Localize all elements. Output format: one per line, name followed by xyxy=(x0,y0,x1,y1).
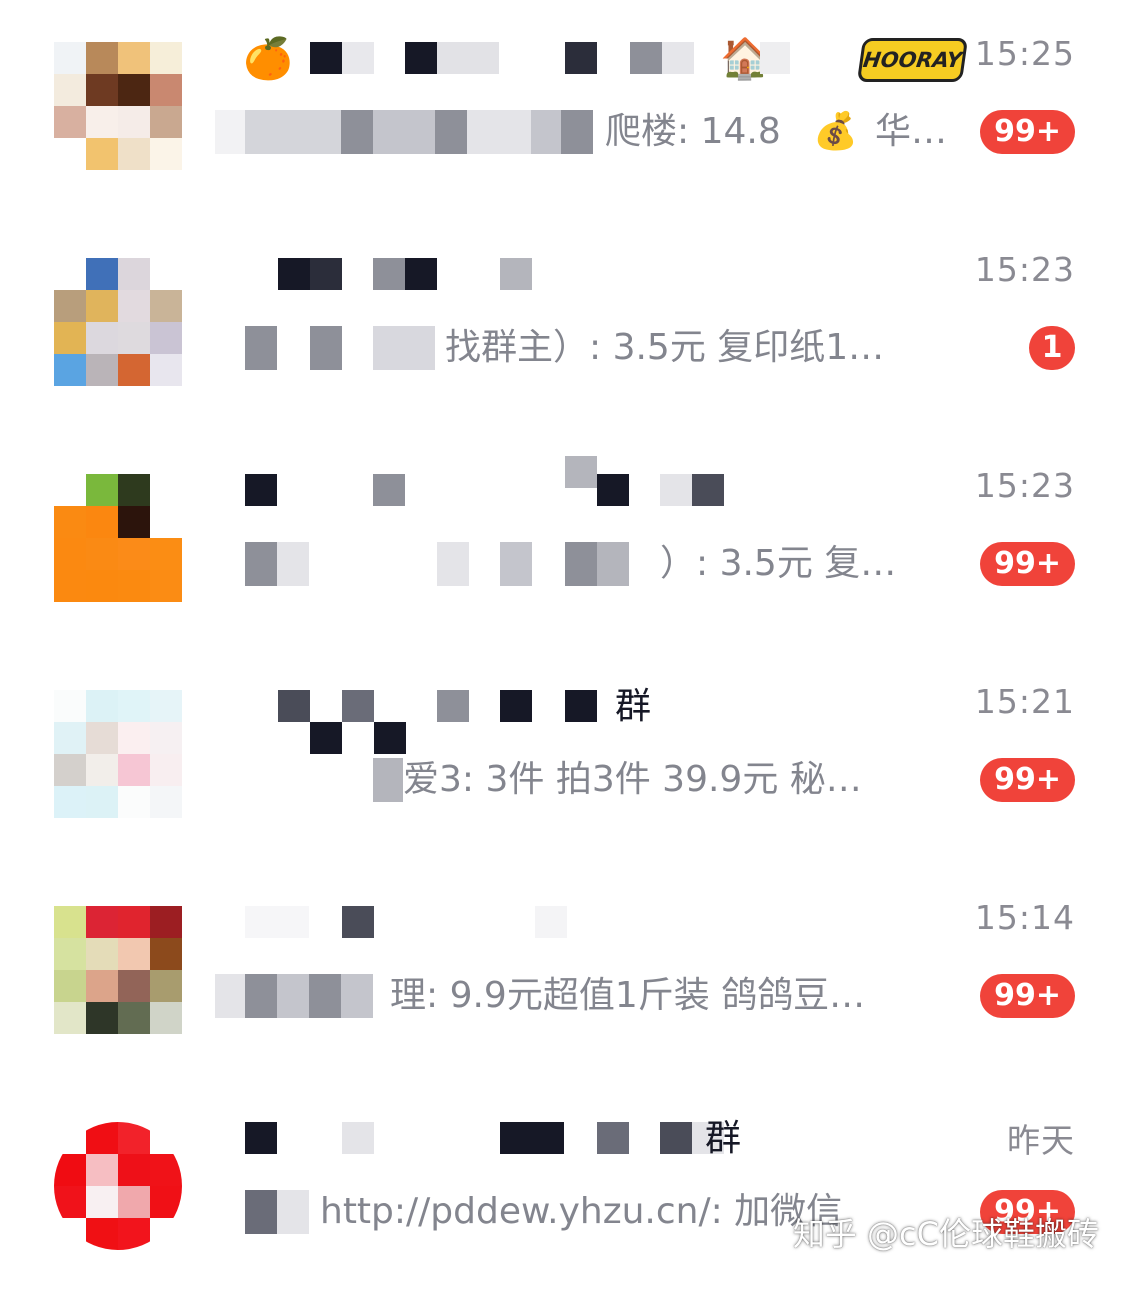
orange-icon: 🍊 xyxy=(243,36,293,82)
group-avatar xyxy=(54,42,182,170)
conversation-row[interactable]: 15:23 ）: 3.5元 复… 99+ xyxy=(0,432,1125,648)
conversation-title: 群 xyxy=(215,684,975,754)
conversation-row[interactable]: 🍊 🏠 HOORAY 15:25 爬楼: 14.8 💰 华… 99+ xyxy=(0,0,1125,216)
preview-text: 爬楼: 14.8 xyxy=(605,111,781,152)
group-avatar xyxy=(54,690,182,818)
unread-badge: 99+ xyxy=(980,110,1075,154)
message-preview: 理: 9.9元超值1斤装 鸽鸽豆… xyxy=(215,970,970,1022)
timestamp: 15:14 xyxy=(974,898,1075,937)
timestamp: 昨天 xyxy=(1007,1121,1075,1160)
unread-badge: 99+ xyxy=(980,974,1075,1018)
group-avatar xyxy=(54,474,182,602)
title-tail: 群 xyxy=(705,1118,742,1159)
conversation-row[interactable]: 群 昨天 http://pddew.yhzu.cn/: 加微信 99+ xyxy=(0,1080,1125,1296)
preview-text: 爱3: 3件 拍3件 39.9元 秘… xyxy=(403,759,862,800)
group-avatar xyxy=(54,258,182,386)
conversation-title xyxy=(215,252,975,302)
hooray-sticker: HOORAY xyxy=(856,38,969,82)
conversation-title xyxy=(215,456,975,518)
unread-badge: 1 xyxy=(1029,326,1075,370)
unread-badge: 99+ xyxy=(980,758,1075,802)
unread-badge: 99+ xyxy=(980,542,1075,586)
conversation-title: 群 xyxy=(215,1116,975,1166)
timestamp: 15:21 xyxy=(974,682,1075,721)
preview-tail: 华… xyxy=(875,111,948,152)
timestamp: 15:25 xyxy=(974,34,1075,73)
preview-text: http://pddew.yhzu.cn/: 加微信 xyxy=(320,1191,843,1232)
group-avatar xyxy=(54,906,182,1034)
conversation-row[interactable]: 群 15:21 爱3: 3件 拍3件 39.9元 秘… 99+ xyxy=(0,648,1125,864)
conversation-title: 🍊 🏠 HOORAY xyxy=(215,36,975,86)
message-preview: 爬楼: 14.8 💰 华… xyxy=(215,106,970,158)
money-bag-emoji: 💰 xyxy=(813,111,858,152)
message-preview: 爱3: 3件 拍3件 39.9元 秘… xyxy=(215,754,970,806)
group-avatar xyxy=(54,1122,182,1250)
preview-text: 找群主）: 3.5元 复印纸1… xyxy=(445,327,885,368)
preview-text: 理: 9.9元超值1斤装 鸽鸽豆… xyxy=(390,975,866,1016)
timestamp: 15:23 xyxy=(974,466,1075,505)
watermark: 知乎 @cC伦球鞋搬砖 xyxy=(792,1215,1099,1253)
conversation-row[interactable]: 15:23 找群主）: 3.5元 复印纸1… 1 xyxy=(0,216,1125,432)
preview-text: ）: 3.5元 复… xyxy=(660,543,897,584)
conversation-title xyxy=(215,900,975,950)
timestamp: 15:23 xyxy=(974,250,1075,289)
message-preview: 找群主）: 3.5元 复印纸1… xyxy=(215,322,970,374)
title-tail: 群 xyxy=(615,686,652,727)
conversation-row[interactable]: 15:14 理: 9.9元超值1斤装 鸽鸽豆… 99+ xyxy=(0,864,1125,1080)
message-preview: ）: 3.5元 复… xyxy=(215,538,970,590)
